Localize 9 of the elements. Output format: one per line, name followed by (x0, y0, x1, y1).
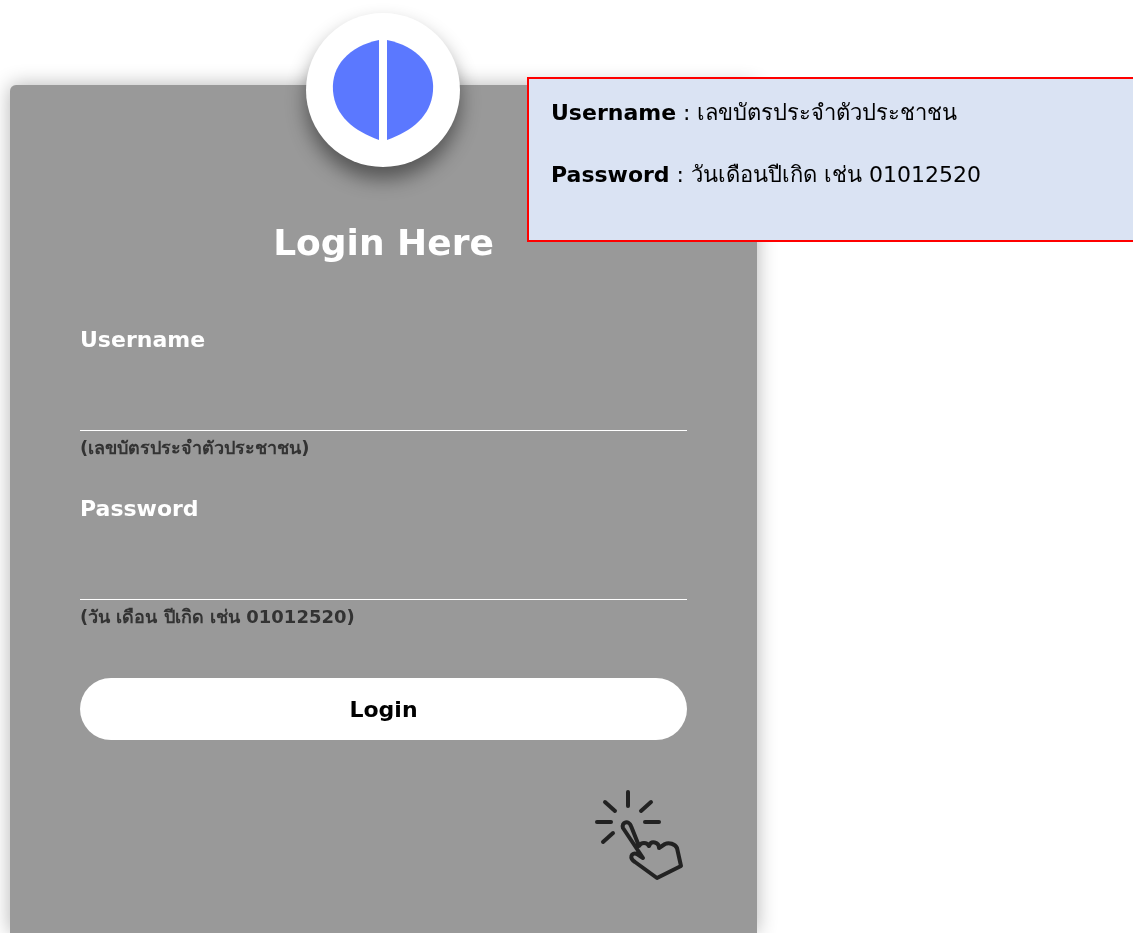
info-text: Username : เลขบัตรประจำตัวประชาชน (551, 99, 959, 127)
login-title: Login Here (273, 225, 494, 261)
info-text: Password : วันเดือนปีเกิด เช่น 01012520 (551, 160, 982, 188)
field-label: Username (80, 329, 207, 351)
login-button[interactable]: Login (80, 678, 687, 740)
field-hint: (เลขบัตรประจำตัวประชาชน) (80, 437, 311, 460)
pointing-hand-icon (595, 790, 685, 882)
field-hint: (วัน เดือน ปีเกิด เช่น 01012520) (80, 605, 356, 628)
field-label: Password (80, 497, 200, 520)
